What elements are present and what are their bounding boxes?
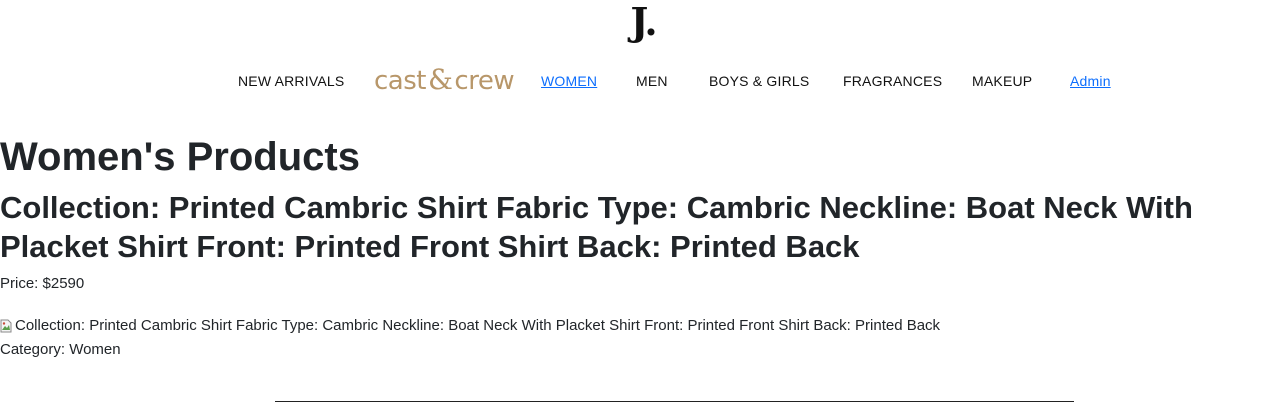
- cast-crew-logo-right: crew: [454, 66, 515, 96]
- nav-item-new-arrivals[interactable]: NEW ARRIVALS: [238, 73, 344, 89]
- product-image: Collection: Printed Cambric Shirt Fabric…: [0, 316, 940, 336]
- cast-crew-logo[interactable]: cast&crew: [374, 63, 515, 97]
- page-title: Women's Products: [0, 135, 360, 179]
- nav-item-women[interactable]: WOMEN: [541, 73, 597, 89]
- nav-item-boys-girls[interactable]: BOYS & GIRLS: [709, 73, 809, 89]
- nav-item-makeup[interactable]: MAKEUP: [972, 73, 1032, 89]
- broken-image-icon: [0, 319, 12, 333]
- nav-item-men[interactable]: MEN: [636, 73, 668, 89]
- product-price: Price: $2590: [0, 275, 85, 292]
- cast-crew-logo-ampersand: &: [427, 63, 453, 96]
- cast-crew-logo-left: cast: [374, 66, 426, 96]
- product-divider: [275, 401, 1074, 402]
- product-title: Collection: Printed Cambric Shirt Fabric…: [0, 190, 1193, 264]
- page: J. NEW ARRIVALS cast&crew WOMEN MEN BOYS…: [0, 0, 1287, 403]
- nav-item-admin[interactable]: Admin: [1070, 73, 1111, 89]
- main-nav: NEW ARRIVALS cast&crew WOMEN MEN BOYS & …: [0, 64, 1287, 98]
- nav-item-fragrances[interactable]: FRAGRANCES: [843, 73, 942, 89]
- j-dot-logo[interactable]: J.: [0, 0, 1287, 44]
- product-image-alt-text: Collection: Printed Cambric Shirt Fabric…: [15, 317, 941, 334]
- product-category: Category: Women: [0, 341, 121, 358]
